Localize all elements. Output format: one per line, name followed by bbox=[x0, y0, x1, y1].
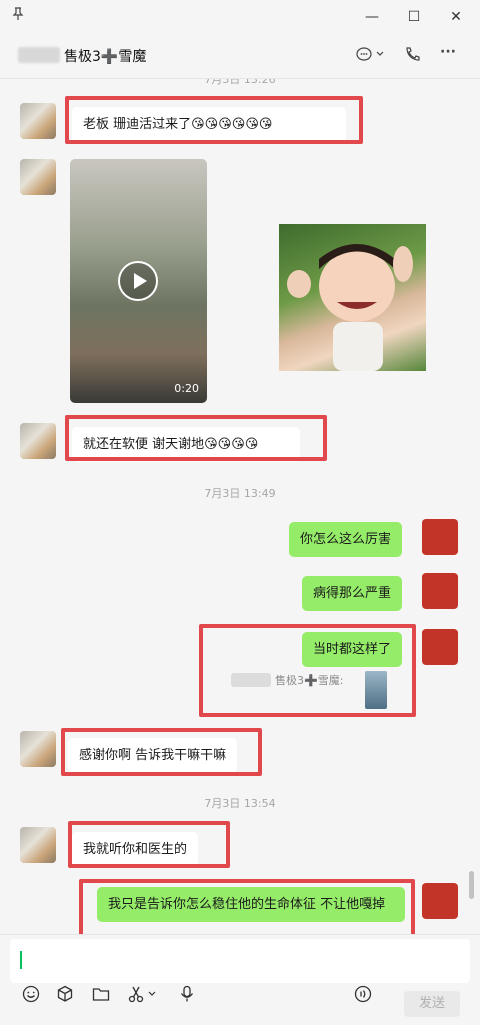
message-bubble[interactable]: 病得那么严重 bbox=[302, 576, 403, 611]
contact-name-blurred bbox=[18, 47, 60, 63]
play-icon[interactable] bbox=[118, 261, 158, 301]
more-options-button[interactable]: ··· bbox=[440, 44, 456, 60]
pin-icon[interactable] bbox=[8, 7, 28, 27]
close-button[interactable]: ✕ bbox=[446, 7, 466, 27]
input-bar: 发送 bbox=[0, 934, 480, 1025]
avatar[interactable] bbox=[20, 827, 56, 863]
highlight-box bbox=[68, 821, 230, 868]
highlight-box bbox=[65, 96, 363, 144]
avatar[interactable] bbox=[20, 159, 56, 195]
avatar[interactable] bbox=[422, 573, 458, 609]
emoji-icon[interactable] bbox=[22, 985, 40, 1007]
microphone-icon[interactable] bbox=[178, 985, 196, 1007]
avatar[interactable] bbox=[422, 629, 458, 665]
sticker-image[interactable] bbox=[279, 224, 426, 371]
highlight-box bbox=[65, 415, 327, 461]
cube-icon[interactable] bbox=[56, 985, 74, 1007]
chat-title: 售极3➕雪魔 bbox=[64, 49, 147, 65]
maximize-button[interactable]: ☐ bbox=[404, 7, 424, 27]
message-bubble[interactable]: 你怎么这么厉害 bbox=[289, 522, 403, 557]
avatar[interactable] bbox=[20, 103, 56, 139]
text-caret bbox=[20, 951, 22, 969]
voice-call-icon[interactable] bbox=[354, 985, 372, 1007]
highlight-box bbox=[199, 624, 416, 717]
chat-bubble-icon[interactable] bbox=[356, 46, 384, 66]
phone-icon[interactable] bbox=[404, 46, 422, 66]
avatar[interactable] bbox=[20, 731, 56, 767]
scissors-icon[interactable] bbox=[127, 985, 159, 1007]
scrollbar-thumb[interactable] bbox=[469, 871, 474, 899]
video-duration: 0:20 bbox=[174, 382, 199, 395]
timestamp: 7月3日 13:54 bbox=[204, 797, 276, 810]
timestamp: 7月3日 13:49 bbox=[204, 487, 276, 500]
folder-icon[interactable] bbox=[92, 985, 110, 1007]
highlight-box bbox=[79, 879, 415, 934]
chat-area: 7月3日 13:26 老板 珊迪活过来了😘😘😘😘😘😘 0:20 就还在软便 谢天… bbox=[0, 79, 480, 934]
avatar[interactable] bbox=[422, 519, 458, 555]
message-input[interactable] bbox=[10, 939, 470, 983]
avatar[interactable] bbox=[20, 423, 56, 459]
title-bar: — ☐ ✕ bbox=[0, 0, 480, 34]
send-button[interactable]: 发送 bbox=[404, 991, 460, 1017]
timestamp: 7月3日 13:26 bbox=[204, 79, 276, 86]
highlight-box bbox=[61, 728, 262, 776]
minimize-button[interactable]: — bbox=[362, 7, 382, 27]
chat-header: 售极3➕雪魔 ··· bbox=[0, 34, 480, 79]
video-message[interactable]: 0:20 bbox=[70, 159, 207, 403]
avatar[interactable] bbox=[422, 883, 458, 919]
